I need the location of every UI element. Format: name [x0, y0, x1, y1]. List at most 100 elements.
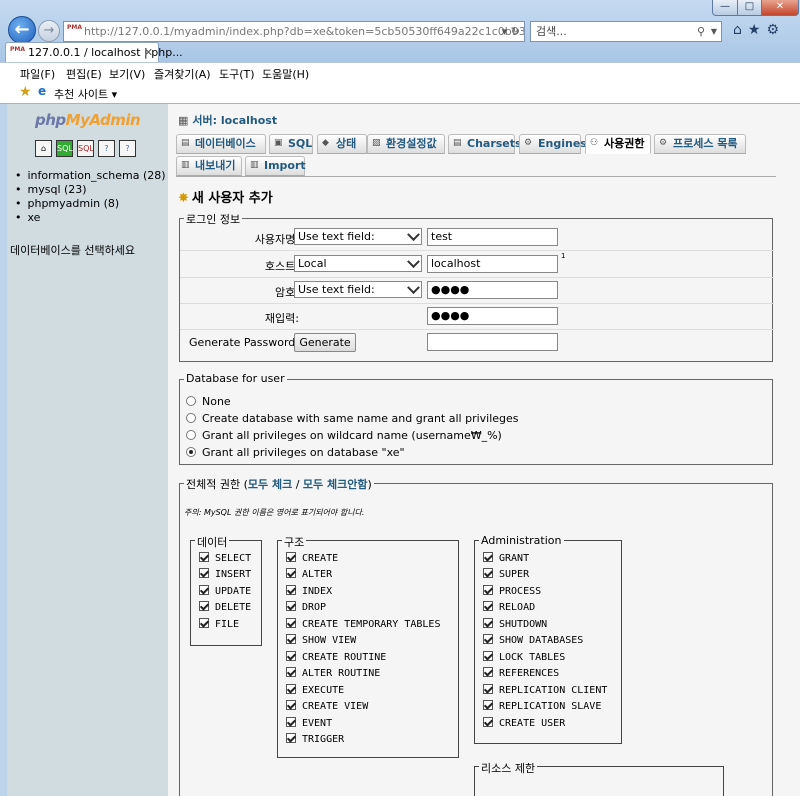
- password-input[interactable]: ●●●●: [427, 281, 558, 299]
- checkbox[interactable]: [286, 700, 296, 710]
- database-item[interactable]: xe: [15, 211, 166, 225]
- tab-import[interactable]: ▥ Import: [245, 156, 306, 176]
- checkbox[interactable]: [286, 552, 296, 562]
- radio-button[interactable]: [186, 413, 196, 423]
- priv-references[interactable]: REFERENCES: [483, 667, 559, 679]
- db-option-wildcard[interactable]: Grant all privileges on wildcard name (u…: [186, 429, 502, 442]
- password-type-select[interactable]: Use text field:: [294, 281, 422, 298]
- radio-button-selected[interactable]: [186, 447, 196, 457]
- checkbox[interactable]: [286, 651, 296, 661]
- tab-status[interactable]: ◆ 상태: [317, 134, 367, 154]
- checkbox[interactable]: [483, 568, 493, 578]
- checkbox[interactable]: [286, 733, 296, 743]
- phpmyadmin-logo[interactable]: phpMyAdmin: [35, 111, 141, 129]
- tab-charsets[interactable]: ▤ Charsets: [448, 134, 522, 154]
- priv-trigger[interactable]: TRIGGER: [286, 733, 344, 745]
- address-bar[interactable]: PMA http://127.0.0.1/myadmin/index.php?d…: [63, 21, 525, 42]
- menu-favorites[interactable]: 즐겨찾기(A): [154, 66, 211, 82]
- menu-tools[interactable]: 도구(T): [219, 66, 255, 82]
- priv-insert[interactable]: INSERT: [199, 568, 251, 580]
- priv-alter[interactable]: ALTER: [286, 568, 332, 580]
- checkbox[interactable]: [286, 667, 296, 677]
- priv-select[interactable]: SELECT: [199, 552, 251, 564]
- priv-alter-routine[interactable]: ALTER ROUTINE: [286, 667, 380, 679]
- home-favorites-tools-icons[interactable]: ⌂★⚙: [733, 22, 785, 38]
- generate-button[interactable]: Generate: [294, 333, 356, 352]
- close-window-button[interactable]: ✕: [761, 0, 799, 16]
- sql-icon[interactable]: SQL: [77, 140, 94, 157]
- checkbox[interactable]: [483, 552, 493, 562]
- tab-variables[interactable]: ▧ 환경설정값: [367, 134, 445, 154]
- priv-reload[interactable]: RELOAD: [483, 601, 535, 613]
- priv-update[interactable]: UPDATE: [199, 585, 251, 597]
- mysql-docs-icon[interactable]: ?: [119, 140, 136, 157]
- menu-help[interactable]: 도움말(H): [262, 66, 309, 82]
- priv-execute[interactable]: EXECUTE: [286, 684, 344, 696]
- tab-engines[interactable]: ⚙ Engines: [519, 134, 587, 154]
- db-option-none[interactable]: None: [186, 395, 231, 408]
- host-input[interactable]: localhost: [427, 255, 558, 273]
- priv-shutdown[interactable]: SHUTDOWN: [483, 618, 547, 630]
- checkbox[interactable]: [483, 667, 493, 677]
- checkbox[interactable]: [199, 568, 209, 578]
- retype-password-input[interactable]: ●●●●: [427, 307, 558, 325]
- database-item[interactable]: information_schema (28): [15, 169, 166, 183]
- browser-tab[interactable]: PMA 127.0.0.1 / localhost | php... ✕: [5, 42, 183, 63]
- priv-replication-slave[interactable]: REPLICATION SLAVE: [483, 700, 601, 712]
- tab-privileges[interactable]: ⚇ 사용권한: [585, 134, 651, 154]
- priv-grant[interactable]: GRANT: [483, 552, 529, 564]
- checkbox[interactable]: [483, 684, 493, 694]
- menu-edit[interactable]: 편집(E): [66, 66, 102, 82]
- priv-process[interactable]: PROCESS: [483, 585, 541, 597]
- radio-button[interactable]: [186, 396, 196, 406]
- priv-super[interactable]: SUPER: [483, 568, 529, 580]
- priv-create-temporary-tables[interactable]: CREATE TEMPORARY TABLES: [286, 618, 440, 630]
- db-option-grant-xe[interactable]: Grant all privileges on database "xe": [186, 446, 405, 459]
- checkbox[interactable]: [483, 717, 493, 727]
- chevron-down-icon[interactable]: ▼: [711, 22, 717, 41]
- radio-button[interactable]: [186, 430, 196, 440]
- forward-button[interactable]: →: [38, 20, 60, 42]
- db-option-create-same-name[interactable]: Create database with same name and grant…: [186, 412, 519, 425]
- username-input[interactable]: test: [427, 228, 558, 246]
- database-item[interactable]: mysql (23): [15, 183, 166, 197]
- priv-drop[interactable]: DROP: [286, 601, 326, 613]
- checkbox[interactable]: [199, 552, 209, 562]
- tab-processes[interactable]: ⚙ 프로세스 목록: [654, 134, 746, 154]
- suggested-sites-link[interactable]: 추천 사이트 ▾: [54, 86, 117, 102]
- checkbox[interactable]: [199, 585, 209, 595]
- priv-replication-client[interactable]: REPLICATION CLIENT: [483, 684, 607, 696]
- priv-delete[interactable]: DELETE: [199, 601, 251, 613]
- checkbox[interactable]: [286, 601, 296, 611]
- browser-search-input[interactable]: 검색... ⚲ ▼: [530, 21, 722, 42]
- close-tab-icon[interactable]: ✕: [144, 43, 153, 62]
- checkbox[interactable]: [286, 585, 296, 595]
- back-button[interactable]: ←: [8, 16, 36, 44]
- minimize-button[interactable]: —: [712, 0, 738, 16]
- refresh-icon[interactable]: ▾ ↻: [502, 22, 520, 41]
- checkbox[interactable]: [286, 618, 296, 628]
- docs-icon[interactable]: ?: [98, 140, 115, 157]
- checkbox[interactable]: [483, 601, 493, 611]
- search-icon[interactable]: ⚲: [697, 22, 705, 41]
- checkbox[interactable]: [199, 601, 209, 611]
- maximize-button[interactable]: □: [737, 0, 762, 16]
- tab-export[interactable]: ▥ 내보내기: [176, 156, 242, 176]
- checkbox[interactable]: [483, 585, 493, 595]
- checkbox[interactable]: [483, 618, 493, 628]
- checkbox[interactable]: [483, 700, 493, 710]
- priv-create-view[interactable]: CREATE VIEW: [286, 700, 368, 712]
- query-window-icon[interactable]: SQL: [56, 140, 73, 157]
- uncheck-all-link[interactable]: 모두 체크안함: [303, 478, 368, 491]
- checkbox[interactable]: [286, 684, 296, 694]
- tab-sql[interactable]: ▣ SQL: [269, 134, 313, 154]
- priv-lock-tables[interactable]: LOCK TABLES: [483, 651, 565, 663]
- server-breadcrumb[interactable]: ▦ 서버: localhost: [178, 112, 277, 128]
- priv-show-view[interactable]: SHOW VIEW: [286, 634, 356, 646]
- priv-create[interactable]: CREATE: [286, 552, 338, 564]
- priv-index[interactable]: INDEX: [286, 585, 332, 597]
- priv-create-user[interactable]: CREATE USER: [483, 717, 565, 729]
- home-icon[interactable]: ⌂: [35, 140, 52, 157]
- tab-databases[interactable]: ▤ 데이터베이스: [176, 134, 266, 154]
- database-item[interactable]: phpmyadmin (8): [15, 197, 166, 211]
